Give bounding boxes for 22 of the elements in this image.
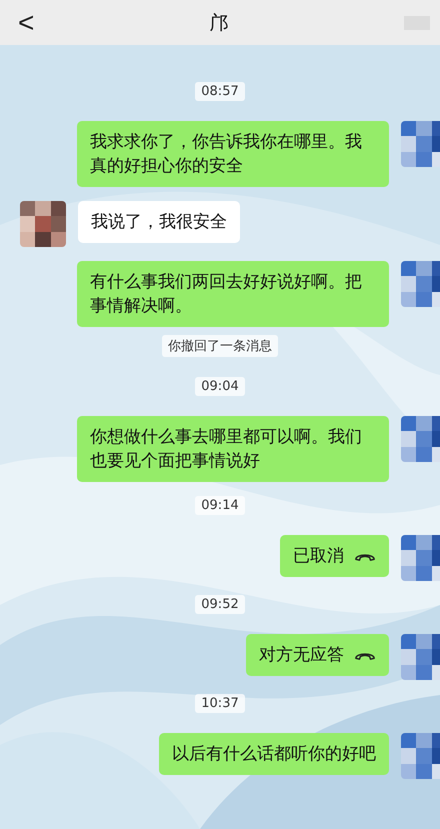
message-bubble: 我求求你了，你告诉我你在哪里。我真的好担心你的安全 bbox=[77, 121, 389, 187]
avatar-icon[interactable] bbox=[401, 121, 440, 167]
avatar-icon[interactable] bbox=[20, 201, 66, 247]
message-bubble: 以后有什么话都听你的好吧 bbox=[159, 733, 389, 775]
avatar-icon[interactable] bbox=[401, 634, 440, 680]
recall-notice: 你撤回了一条消息 bbox=[162, 335, 278, 357]
timestamp: 09:04 bbox=[195, 377, 245, 396]
timestamp: 08:57 bbox=[195, 82, 245, 101]
message-bubble: 你想做什么事去哪里都可以啊。我们也要见个面把事情说好 bbox=[77, 416, 389, 482]
avatar-icon[interactable] bbox=[401, 261, 440, 307]
chat-title: 邝 bbox=[210, 10, 229, 36]
message-bubble: 我说了，我很安全 bbox=[78, 201, 240, 243]
avatar-icon[interactable] bbox=[401, 535, 440, 581]
call-bubble[interactable]: 已取消 bbox=[280, 535, 389, 577]
timestamp: 09:14 bbox=[195, 496, 245, 515]
message-bubble: 有什么事我们两回去好好说好啊。把事情解决啊。 bbox=[77, 261, 389, 327]
avatar-icon[interactable] bbox=[401, 733, 440, 779]
back-button[interactable]: < bbox=[18, 6, 34, 38]
avatar-icon[interactable] bbox=[401, 416, 440, 462]
call-bubble[interactable]: 对方无应答 bbox=[246, 634, 389, 676]
timestamp: 09:52 bbox=[195, 595, 245, 614]
timestamp: 10:37 bbox=[195, 694, 245, 713]
